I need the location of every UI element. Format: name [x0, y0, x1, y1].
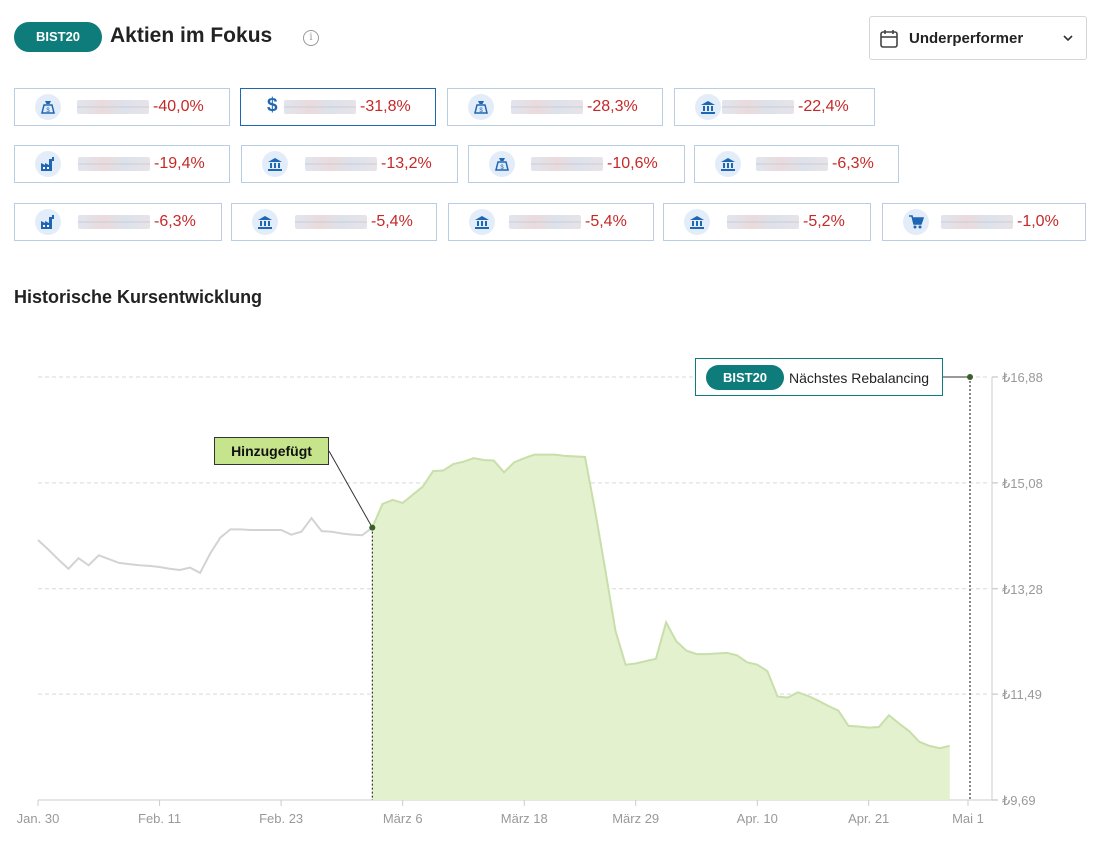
- stock-chip[interactable]: -5,4%: [231, 203, 437, 241]
- performance-value: -1,0%: [1017, 213, 1059, 230]
- info-icon[interactable]: i: [303, 30, 319, 46]
- y-tick-label: ₺9,69: [1002, 793, 1036, 808]
- page-title: Aktien im Fokus: [110, 24, 273, 47]
- performance-value: -5,2%: [803, 213, 845, 230]
- performance-value: -5,4%: [585, 213, 627, 230]
- redacted-stock-name: [78, 157, 150, 171]
- added-marker-label: Hinzugefügt: [214, 437, 329, 465]
- y-tick-label: ₺15,08: [1002, 476, 1043, 491]
- stock-chip[interactable]: -6,3%: [694, 145, 899, 183]
- performance-value: -10,6%: [607, 155, 658, 172]
- stock-chip[interactable]: $ -28,3%: [447, 88, 663, 126]
- redacted-stock-name: [284, 100, 356, 114]
- redacted-stock-name: [941, 215, 1013, 229]
- performance-value: -28,3%: [587, 98, 638, 115]
- stock-chip[interactable]: -5,2%: [663, 203, 871, 241]
- filter-dropdown[interactable]: Underperformer: [869, 16, 1087, 60]
- redacted-stock-name: [511, 100, 583, 114]
- x-tick-label: Feb. 23: [259, 811, 303, 826]
- stock-chip[interactable]: -13,2%: [241, 145, 458, 183]
- chevron-down-icon: [1063, 35, 1073, 42]
- rebalancing-marker: BIST20 Nächstes Rebalancing: [695, 358, 943, 396]
- x-tick-label: Jan. 30: [17, 811, 60, 826]
- calendar-icon: [880, 30, 898, 48]
- x-tick-label: März 29: [612, 811, 659, 826]
- added-marker-connector: [328, 450, 373, 528]
- price-chart: ₺9,69 ₺11,49 ₺13,28 ₺15,08 ₺16,88 Jan. 30 Feb.…: [17, 370, 1043, 826]
- dropdown-value: Underperformer: [909, 30, 1024, 47]
- x-tick-label: März 6: [383, 811, 423, 826]
- performance-value: -5,4%: [371, 213, 413, 230]
- cart-icon: [903, 209, 929, 235]
- section-title: Historische Kursentwicklung: [14, 287, 263, 307]
- y-tick-label: ₺13,28: [1002, 582, 1043, 597]
- index-badge[interactable]: BIST20: [14, 22, 102, 52]
- performance-value: -22,4%: [798, 98, 849, 115]
- bag-icon: $: [35, 94, 61, 120]
- bank-icon: [695, 94, 721, 120]
- redacted-stock-name: [78, 215, 150, 229]
- x-tick-label: Apr. 10: [737, 811, 778, 826]
- performance-value: -6,3%: [832, 155, 874, 172]
- performance-value: -40,0%: [153, 98, 204, 115]
- stock-chip[interactable]: -5,4%: [448, 203, 654, 241]
- x-tick-label: Feb. 11: [138, 811, 181, 826]
- redacted-stock-name: [727, 215, 799, 229]
- bank-icon: [469, 209, 495, 235]
- redacted-stock-name: [509, 215, 581, 229]
- y-tick-label: ₺16,88: [1002, 370, 1043, 385]
- redacted-stock-name: [531, 157, 603, 171]
- stock-chip[interactable]: $ -31,8%: [240, 88, 436, 126]
- bank-icon: [262, 151, 288, 177]
- stock-chip[interactable]: -6,3%: [14, 203, 222, 241]
- factory-icon: [35, 151, 61, 177]
- redacted-stock-name: [77, 100, 149, 114]
- performance-value: -19,4%: [154, 155, 205, 172]
- stock-chip[interactable]: $ -40,0%: [14, 88, 230, 126]
- stock-chip[interactable]: -19,4%: [14, 145, 230, 183]
- header: BIST20 Aktien im Fokus i Underperformer: [14, 16, 1087, 60]
- stock-chip[interactable]: -22,4%: [674, 88, 875, 126]
- redacted-stock-name: [295, 215, 367, 229]
- rebalancing-badge: BIST20: [706, 365, 784, 390]
- price-area: [372, 454, 950, 800]
- bag-icon: $: [489, 151, 515, 177]
- x-tick-label: Mai 1: [952, 811, 984, 826]
- x-tick-label: Apr. 21: [848, 811, 889, 826]
- redacted-stock-name: [756, 157, 828, 171]
- stock-chip[interactable]: $ -10,6%: [468, 145, 685, 183]
- stock-chip[interactable]: -1,0%: [882, 203, 1086, 241]
- rebalancing-dot: [967, 374, 973, 380]
- factory-icon: [35, 209, 61, 235]
- y-tick-label: ₺11,49: [1002, 687, 1042, 702]
- bag-icon: $: [468, 94, 494, 120]
- added-marker-dot: [369, 524, 376, 531]
- bank-icon: [252, 209, 278, 235]
- performance-value: -13,2%: [381, 155, 432, 172]
- price-line-before: [37, 516, 373, 575]
- performance-value: -6,3%: [154, 213, 196, 230]
- x-tick-label: März 18: [501, 811, 548, 826]
- redacted-stock-name: [305, 157, 377, 171]
- bank-icon: [715, 151, 741, 177]
- performance-value: -31,8%: [360, 98, 411, 115]
- redacted-stock-name: [722, 100, 794, 114]
- rebalancing-text: Nächstes Rebalancing: [789, 370, 930, 386]
- bank-icon: [684, 209, 710, 235]
